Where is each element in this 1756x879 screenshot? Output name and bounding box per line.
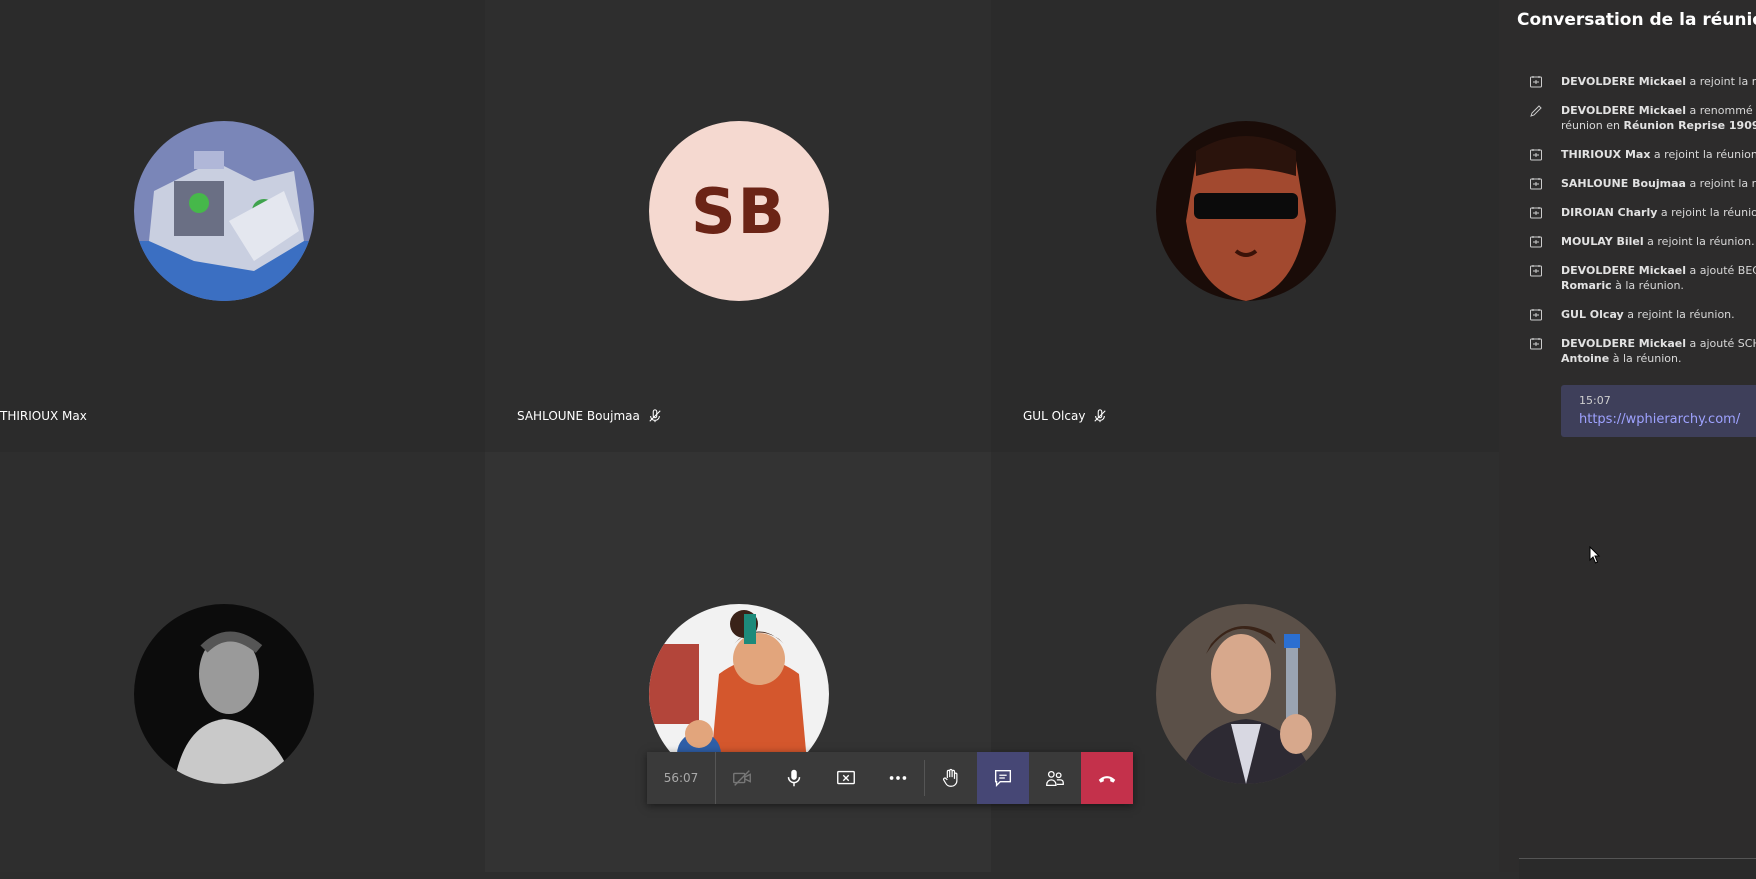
participants-icon [1046,770,1064,786]
video-stage: THIRIOUX Max SB SAHLOUNE Boujmaa GUL Olc… [0,0,1499,872]
event-actor: DEVOLDERE Mickael [1561,337,1686,350]
event-text: a rejoint la réunion. [1660,206,1756,219]
chat-event: DEVOLDERE Mickael a ajouté SCHER Antoine… [1499,336,1756,366]
event-actor: THIRIOUX Max [1561,148,1651,161]
hang-up-button[interactable] [1081,752,1133,804]
microphone-icon [787,769,801,787]
meeting-new-name: Réunion Reprise 1909. [1623,119,1756,132]
chat-event: THIRIOUX Max a rejoint la réunion. [1499,147,1756,162]
event-actor: MOULAY Bilel [1561,235,1644,248]
participant-tile-3[interactable]: GUL Olcay [991,0,1499,452]
participants-button[interactable] [1029,752,1081,804]
avatar [1156,121,1336,301]
chat-event: SAHLOUNE Boujmaa a rejoint la réunion. [1499,176,1756,191]
robot-avatar-image [134,121,314,301]
panel-title: Conversation de la réunion [1517,10,1756,30]
participant-name-text: SAHLOUNE Boujmaa [517,409,640,423]
avatar [1156,604,1336,784]
camera-toggle-button[interactable] [716,752,768,804]
join-icon [1530,76,1542,88]
event-actor: Antoine [1561,352,1610,365]
chat-event: GUL Olcay a rejoint la réunion. [1499,307,1756,322]
chat-event: DIROIAN Charly a rejoint la réunion. [1499,205,1756,220]
event-text: a rejoint la réunion. [1643,235,1755,248]
chat-event: DEVOLDERE Mickael a rejoint la réunion. [1499,74,1756,89]
chat-message[interactable]: 15:07 https://wphierarchy.com/ [1561,385,1756,437]
participant-name: SAHLOUNE Boujmaa [517,409,662,423]
event-actor: Romaric [1561,279,1612,292]
event-text: a rejoint la réunion. [1689,177,1756,190]
participant-tile-5[interactable] [485,452,991,872]
more-options-icon [889,776,907,780]
mic-muted-icon [649,409,661,423]
event-actor: DIROIAN Charly [1561,206,1658,219]
participant-tile-4[interactable] [0,452,485,872]
avatar [134,121,314,301]
share-screen-button[interactable] [820,752,872,804]
participant-name-text: THIRIOUX Max [0,409,87,423]
more-options-button[interactable] [872,752,924,804]
event-actor: GUL Olcay [1561,308,1624,321]
event-actor: DEVOLDERE Mickael [1561,75,1686,88]
microphone-toggle-button[interactable] [768,752,820,804]
pencil-icon [1530,105,1542,117]
join-icon [1530,207,1542,219]
event-text: a rejoint la réunion. [1650,148,1756,161]
chat-event: DEVOLDERE Mickael a ajouté BECKER Romari… [1499,263,1756,293]
join-icon [1530,149,1542,161]
mouse-cursor-icon [1589,546,1601,564]
suit-man-avatar-image [1156,604,1336,784]
join-icon [1530,265,1542,277]
event-text: a rejoint la réunion. [1623,308,1735,321]
event-actor: SAHLOUNE Boujmaa [1561,177,1686,190]
event-text: a ajouté BECKER [1689,264,1756,277]
event-actor: DEVOLDERE Mickael [1561,264,1686,277]
event-text: a ajouté SCHER [1689,337,1756,350]
hang-up-icon [1098,776,1116,783]
participant-name: THIRIOUX Max [0,409,87,423]
avatar-initials: SB [691,174,787,248]
sunglasses-man-avatar-image [1156,121,1336,301]
participant-tile-1[interactable]: THIRIOUX Max [0,0,485,452]
join-icon [1530,236,1542,248]
participant-tile-2[interactable]: SB SAHLOUNE Boujmaa [485,0,991,452]
event-text: a renommé la [1689,104,1756,117]
chat-events: DEVOLDERE Mickael a rejoint la réunion. … [1499,74,1756,380]
camera-off-icon [733,770,751,786]
event-text: réunion en [1561,119,1624,132]
avatar: SB [649,121,829,301]
bw-man-avatar-image [134,604,314,784]
event-text: à la réunion. [1611,279,1684,292]
event-actor: DEVOLDERE Mickael [1561,104,1686,117]
join-icon [1530,338,1542,350]
chat-button[interactable] [977,752,1029,804]
chat-composer[interactable] [1519,858,1756,879]
join-icon [1530,178,1542,190]
chat-event: DEVOLDERE Mickael a renommé la réunion e… [1499,103,1756,133]
raise-hand-icon [943,768,958,787]
call-controls-bar: 56:07 [647,752,1133,804]
participant-tile-6[interactable] [991,452,1499,872]
message-link[interactable]: https://wphierarchy.com/ [1579,412,1740,427]
call-timer: 56:07 [647,752,716,804]
chat-icon [994,769,1012,787]
share-screen-icon [837,770,855,785]
chat-event: MOULAY Bilel a rejoint la réunion. [1499,234,1756,249]
participant-name: GUL Olcay [1023,409,1107,423]
raise-hand-button[interactable] [925,752,977,804]
meeting-chat-panel: Conversation de la réunion DEVOLDERE Mic… [1499,0,1756,879]
avatar [134,604,314,784]
join-icon [1530,309,1542,321]
event-text: à la réunion. [1609,352,1682,365]
event-text: a rejoint la réunion. [1689,75,1756,88]
message-time: 15:07 [1579,394,1611,407]
participant-name-text: GUL Olcay [1023,409,1086,423]
mic-muted-icon [1094,409,1107,423]
